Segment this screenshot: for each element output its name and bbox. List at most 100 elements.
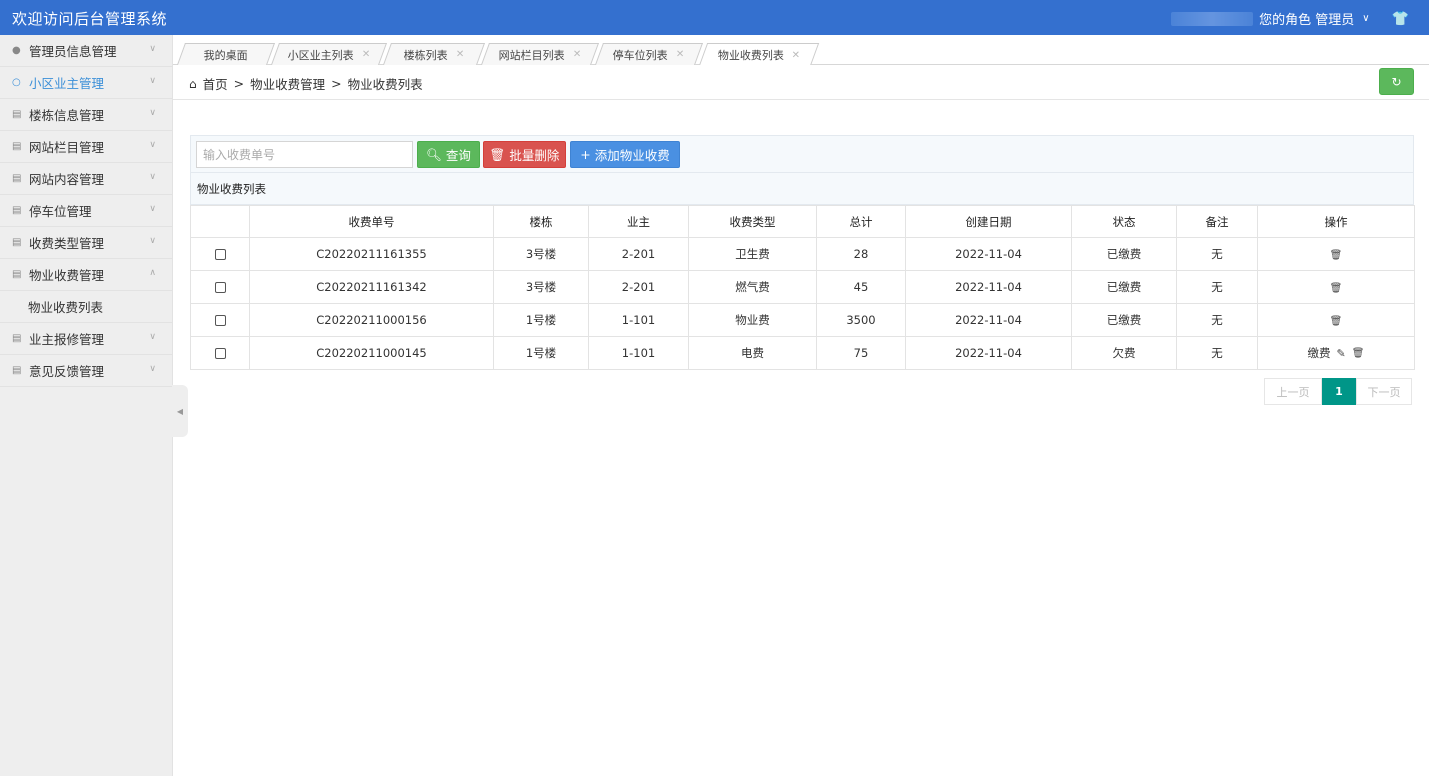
list-icon: ▤	[12, 333, 22, 344]
building: 1号楼	[493, 336, 589, 370]
breadcrumb-level2: 物业收费列表	[347, 77, 423, 92]
created-date: 2022-11-04	[905, 336, 1072, 370]
user-area[interactable]: 您的角色 管理员 ∨ 👕	[1171, 9, 1409, 28]
chevron-down-icon[interactable]: ∨	[1362, 13, 1369, 24]
refresh-icon: ↻	[1391, 74, 1402, 89]
shirt-icon[interactable]: 👕	[1392, 11, 1409, 27]
sidebar-item-label: 小区业主管理	[29, 76, 105, 91]
chevron-down-icon: ∨	[149, 236, 156, 246]
sidebar-item-buildings[interactable]: ▤ 楼栋信息管理 ∨	[0, 99, 172, 131]
list-title: 物业收费列表	[190, 173, 1414, 205]
header-select	[190, 205, 250, 238]
search-input[interactable]	[196, 141, 413, 168]
breadcrumb-bar: ⌂ 首页 > 物业收费管理 > 物业收费列表 ↻	[173, 65, 1429, 100]
close-icon[interactable]: ✕	[676, 49, 684, 60]
chevron-down-icon: ∨	[149, 108, 156, 118]
sidebar: ● 管理员信息管理 ∨ ○ 小区业主管理 ∨ ▤ 楼栋信息管理 ∨ ▤ 网站栏目…	[0, 35, 173, 776]
row-checkbox[interactable]	[214, 315, 226, 326]
close-icon[interactable]: ✕	[792, 50, 800, 61]
row-checkbox[interactable]	[214, 249, 226, 260]
prev-page-button[interactable]: 上一页	[1264, 378, 1322, 405]
trash-icon[interactable]: 🗑︎	[1330, 250, 1343, 261]
owner: 1-101	[588, 303, 689, 337]
row-checkbox[interactable]	[214, 348, 226, 359]
pay-link[interactable]: 缴费	[1308, 345, 1331, 361]
sidebar-item-site-content[interactable]: ▤ 网站内容管理 ∨	[0, 163, 172, 195]
status: 欠费	[1071, 336, 1177, 370]
trash-icon[interactable]: 🗑︎	[1352, 348, 1365, 359]
tab-label: 物业收费列表	[717, 49, 784, 62]
top-header: 欢迎访问后台管理系统 您的角色 管理员 ∨ 👕	[0, 0, 1429, 35]
tab-owner-list[interactable]: 小区业主列表 ✕	[270, 43, 388, 65]
close-icon[interactable]: ✕	[456, 49, 464, 60]
column-header: 总计	[816, 205, 906, 238]
sidebar-item-owners[interactable]: ○ 小区业主管理 ∨	[0, 67, 172, 99]
sidebar-item-fee-types[interactable]: ▤ 收费类型管理 ∨	[0, 227, 172, 259]
actions-cell: 🗑︎	[1257, 270, 1415, 304]
sidebar-item-label: 停车位管理	[29, 204, 92, 219]
close-icon[interactable]: ✕	[573, 49, 581, 60]
actions-cell: 🗑︎	[1257, 303, 1415, 337]
building: 3号楼	[493, 270, 589, 304]
total: 75	[816, 336, 906, 370]
tab-label: 我的桌面	[203, 48, 248, 62]
owner: 1-101	[588, 336, 689, 370]
app-title: 欢迎访问后台管理系统	[12, 10, 168, 28]
list-icon: ▤	[12, 173, 22, 184]
tab-column-list[interactable]: 网站栏目列表 ✕	[480, 43, 600, 65]
tab-building-list[interactable]: 楼栋列表 ✕	[382, 43, 486, 65]
sidebar-item-repairs[interactable]: ▤ 业主报修管理 ∨	[0, 323, 172, 355]
breadcrumb-separator: >	[233, 76, 245, 91]
building: 1号楼	[493, 303, 589, 337]
select-cell	[190, 237, 250, 271]
row-checkbox[interactable]	[214, 282, 226, 293]
next-page-button[interactable]: 下一页	[1356, 378, 1412, 405]
sidebar-item-admin[interactable]: ● 管理员信息管理 ∨	[0, 35, 172, 67]
sidebar-item-feedback[interactable]: ▤ 意见反馈管理 ∨	[0, 355, 172, 387]
add-fee-button[interactable]: + 添加物业收费	[570, 141, 680, 168]
role-text[interactable]: 您的角色 管理员	[1259, 9, 1354, 28]
username-blurred	[1171, 11, 1254, 26]
chevron-down-icon: ∨	[149, 44, 156, 54]
user-icon: ●	[12, 45, 21, 56]
sidebar-subitem-fee-list[interactable]: 物业收费列表	[0, 291, 172, 323]
sidebar-item-label: 意见反馈管理	[29, 364, 105, 379]
tab-label: 楼栋列表	[403, 48, 448, 62]
tab-fee-list[interactable]: 物业收费列表 ✕	[698, 43, 820, 66]
created-date: 2022-11-04	[905, 270, 1072, 304]
fee-type: 燃气费	[688, 270, 817, 304]
tab-desktop[interactable]: 我的桌面	[176, 43, 276, 65]
sidebar-collapse-handle[interactable]: ◀	[172, 385, 188, 437]
breadcrumb-home[interactable]: 首页	[203, 74, 228, 93]
person-icon: ○	[12, 77, 21, 88]
status: 已缴费	[1071, 237, 1177, 271]
tab-label: 网站栏目列表	[498, 48, 565, 62]
sidebar-item-label: 网站栏目管理	[29, 140, 105, 155]
created-date: 2022-11-04	[905, 303, 1072, 337]
refresh-button[interactable]: ↻	[1379, 68, 1414, 95]
list-icon: ▤	[12, 205, 22, 216]
chevron-down-icon: ∨	[149, 204, 156, 214]
batch-delete-button[interactable]: 🗑︎ 批量删除	[483, 141, 566, 168]
sidebar-item-parking[interactable]: ▤ 停车位管理 ∨	[0, 195, 172, 227]
fee-number: C20220211000156	[249, 303, 494, 337]
search-button[interactable]: 🔍︎ 查询	[417, 141, 480, 168]
trash-icon: 🗑︎	[489, 146, 506, 162]
current-page-button[interactable]: 1	[1322, 378, 1356, 405]
fee-number: C20220211161355	[249, 237, 494, 271]
column-header: 收费单号	[249, 205, 494, 238]
chevron-down-icon: ∨	[149, 364, 156, 374]
list-icon: ▤	[12, 141, 22, 152]
close-icon[interactable]: ✕	[362, 49, 370, 60]
pencil-icon[interactable]: ✎	[1337, 347, 1346, 360]
tab-label: 停车位列表	[613, 48, 669, 62]
tab-parking-list[interactable]: 停车位列表 ✕	[594, 43, 704, 65]
sidebar-item-site-columns[interactable]: ▤ 网站栏目管理 ∨	[0, 131, 172, 163]
trash-icon[interactable]: 🗑︎	[1330, 283, 1343, 294]
home-icon: ⌂	[189, 76, 197, 91]
batch-delete-label: 批量删除	[509, 148, 560, 163]
trash-icon[interactable]: 🗑︎	[1330, 316, 1343, 327]
breadcrumb-level1[interactable]: 物业收费管理	[250, 74, 325, 93]
column-header: 楼栋	[493, 205, 589, 238]
sidebar-item-property-fees[interactable]: ▤ 物业收费管理 ∧	[0, 259, 172, 291]
